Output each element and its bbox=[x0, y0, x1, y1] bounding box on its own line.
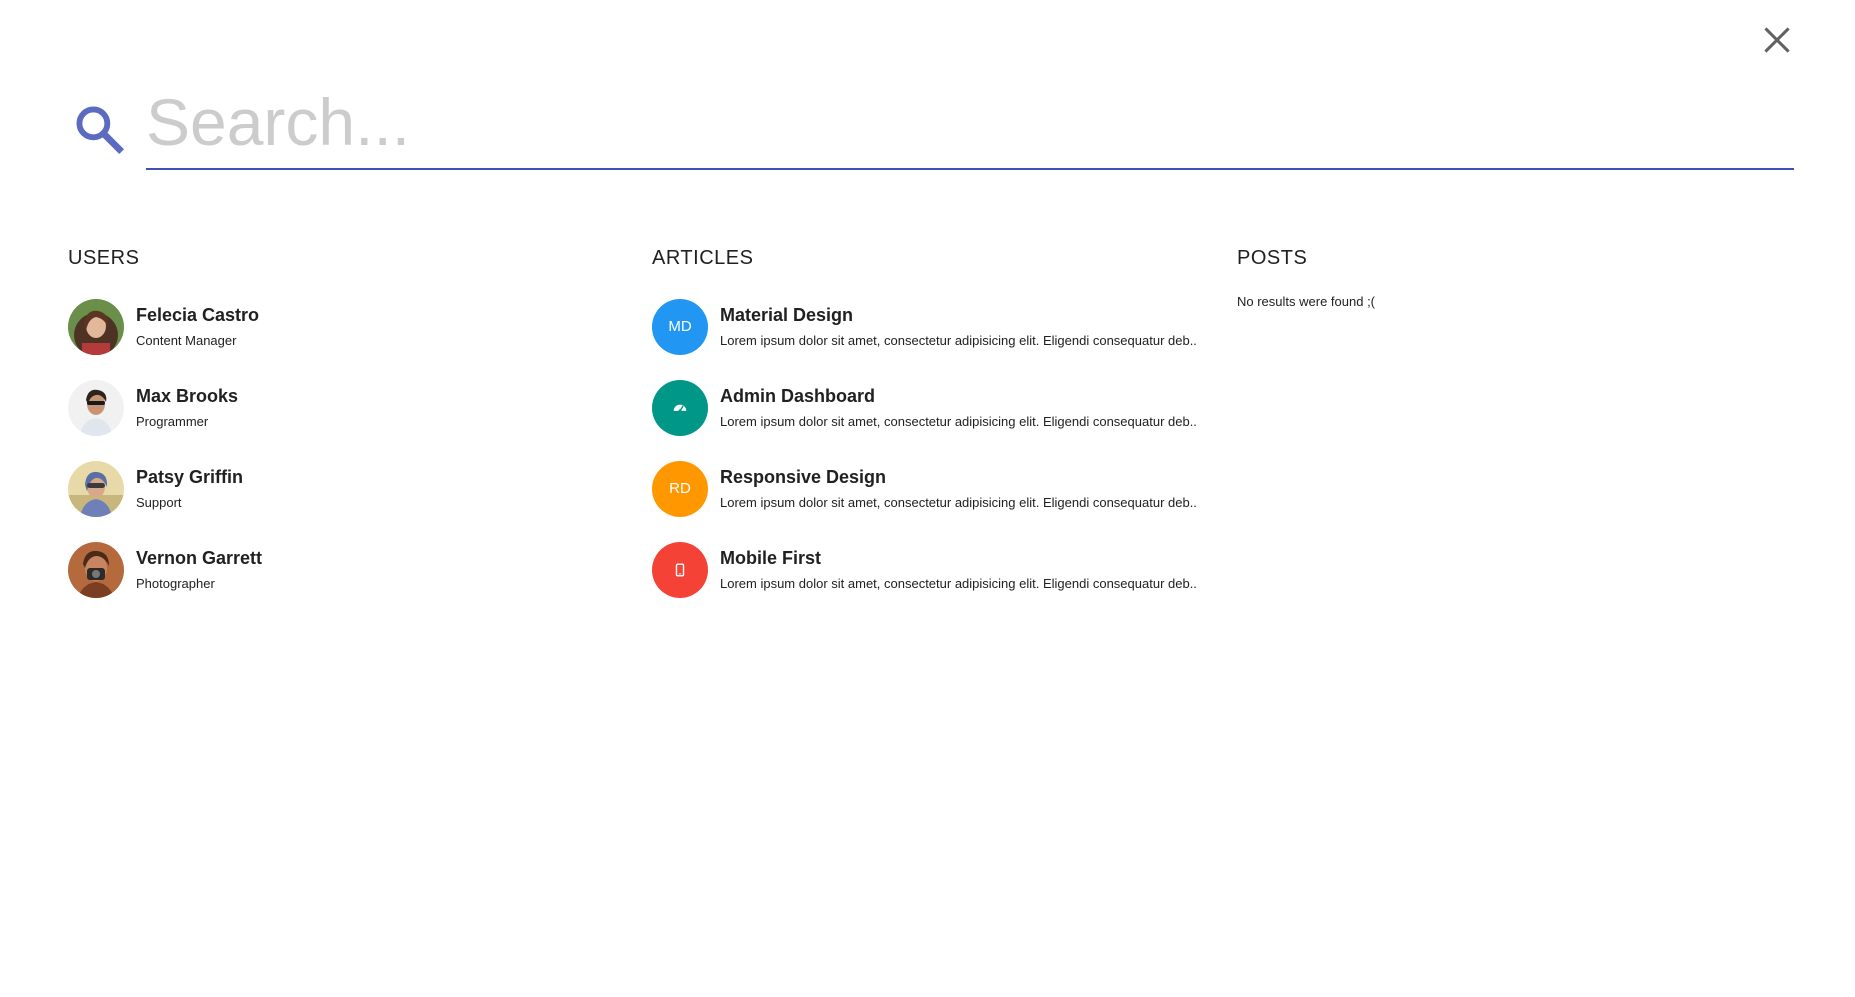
article-item[interactable]: MD Material Design Lorem ipsum dolor sit… bbox=[652, 286, 1212, 367]
article-title: Material Design bbox=[720, 305, 854, 325]
user-item[interactable]: Felecia Castro Content Manager bbox=[68, 286, 628, 367]
articles-heading: ARTICLES bbox=[652, 247, 754, 269]
article-excerpt: Lorem ipsum dolor sit amet, consectetur … bbox=[720, 414, 1197, 429]
article-avatar bbox=[652, 541, 708, 598]
article-avatar: RD bbox=[652, 460, 708, 517]
avatar bbox=[68, 379, 124, 436]
search-overlay: USERS Felecia Castro Content Manager bbox=[0, 0, 1855, 997]
no-results-message: No results were found ;( bbox=[1237, 294, 1376, 309]
users-section: USERS Felecia Castro Content Manager Max… bbox=[68, 240, 628, 610]
article-avatar bbox=[652, 379, 708, 436]
users-heading: USERS bbox=[68, 247, 140, 269]
article-excerpt: Lorem ipsum dolor sit amet, consectetur … bbox=[720, 576, 1197, 591]
article-initials: MD bbox=[668, 318, 692, 335]
article-item[interactable]: RD Responsive Design Lorem ipsum dolor s… bbox=[652, 448, 1212, 529]
article-title: Responsive Design bbox=[720, 467, 887, 487]
avatar bbox=[68, 541, 124, 598]
article-initials: RD bbox=[669, 480, 691, 497]
users-list: Felecia Castro Content Manager Max Brook… bbox=[68, 286, 628, 610]
article-title: Mobile First bbox=[720, 548, 822, 568]
avatar bbox=[68, 460, 124, 517]
user-role: Photographer bbox=[136, 576, 215, 591]
article-title: Admin Dashboard bbox=[720, 386, 876, 406]
user-role: Support bbox=[136, 495, 182, 510]
avatar bbox=[68, 298, 124, 355]
dashboard-icon bbox=[673, 404, 687, 412]
article-avatar: MD bbox=[652, 298, 708, 355]
user-name: Felecia Castro bbox=[136, 305, 260, 325]
posts-heading: POSTS bbox=[1237, 247, 1308, 269]
articles-section: ARTICLES MD Material Design Lorem ipsum … bbox=[652, 240, 1212, 610]
article-item[interactable]: Mobile First Lorem ipsum dolor sit amet,… bbox=[652, 529, 1212, 610]
user-role: Content Manager bbox=[136, 333, 237, 348]
user-item[interactable]: Max Brooks Programmer bbox=[68, 367, 628, 448]
user-name: Max Brooks bbox=[136, 386, 239, 406]
article-item[interactable]: Admin Dashboard Lorem ipsum dolor sit am… bbox=[652, 367, 1212, 448]
search-bar bbox=[68, 80, 1794, 180]
articles-list: MD Material Design Lorem ipsum dolor sit… bbox=[652, 286, 1212, 610]
phone-icon bbox=[675, 562, 685, 577]
search-input[interactable] bbox=[146, 80, 1794, 170]
user-name: Patsy Griffin bbox=[136, 467, 244, 487]
user-role: Programmer bbox=[136, 414, 209, 429]
article-excerpt: Lorem ipsum dolor sit amet, consectetur … bbox=[720, 495, 1197, 510]
user-item[interactable]: Vernon Garrett Photographer bbox=[68, 529, 628, 610]
user-name: Vernon Garrett bbox=[136, 548, 263, 568]
posts-section: POSTS No results were found ;( bbox=[1237, 240, 1797, 309]
article-excerpt: Lorem ipsum dolor sit amet, consectetur … bbox=[720, 333, 1197, 348]
close-button[interactable] bbox=[1757, 20, 1797, 60]
user-item[interactable]: Patsy Griffin Support bbox=[68, 448, 628, 529]
close-icon bbox=[1764, 27, 1790, 53]
search-icon bbox=[76, 106, 125, 155]
